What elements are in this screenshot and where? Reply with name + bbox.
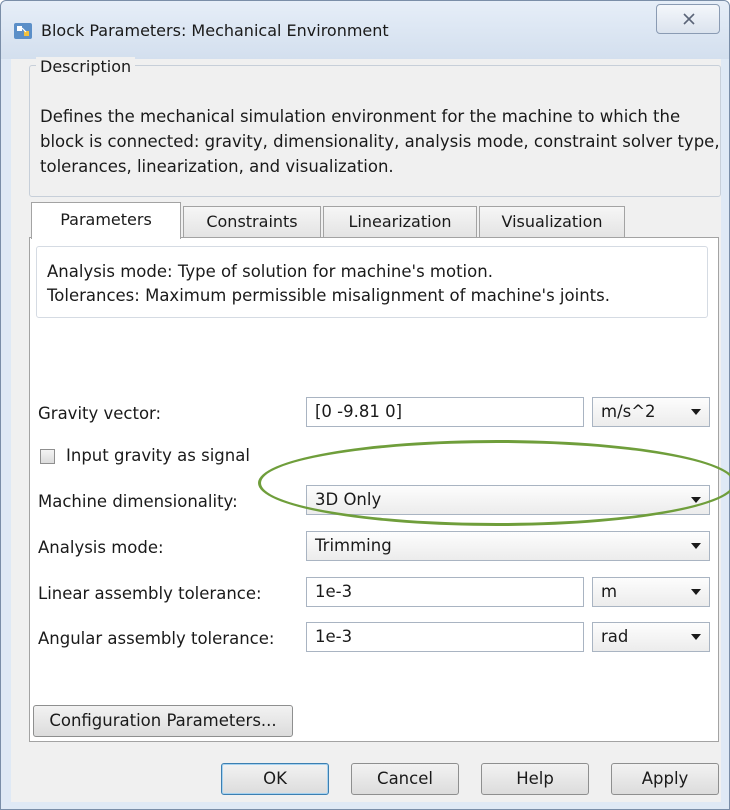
tab-visualization[interactable]: Visualization [479, 206, 625, 238]
analysis-mode-select[interactable]: Trimming [306, 531, 710, 561]
gravity-vector-label: Gravity vector: [38, 404, 162, 423]
linear-tolerance-unit-value: m [601, 582, 618, 601]
hint-box: Analysis mode: Type of solution for mach… [36, 246, 708, 318]
angular-tolerance-input[interactable]: 1e-3 [306, 622, 584, 652]
chevron-down-icon [691, 543, 701, 549]
hint-analysis-mode: Analysis mode: Type of solution for mach… [47, 262, 493, 281]
close-icon [683, 13, 695, 25]
close-button[interactable] [656, 4, 720, 34]
description-legend: Description [36, 57, 136, 76]
tab-parameters[interactable]: Parameters [31, 202, 181, 239]
machine-dimensionality-select[interactable]: 3D Only [306, 485, 710, 515]
hint-text: Analysis mode: Type of solution for mach… [47, 260, 610, 308]
linear-tolerance-label: Linear assembly tolerance: [38, 584, 262, 603]
chevron-down-icon [691, 589, 701, 595]
chevron-down-icon [691, 497, 701, 503]
machine-dimensionality-value: 3D Only [315, 490, 382, 509]
tab-constraints[interactable]: Constraints [183, 206, 321, 238]
linear-tolerance-unit-select[interactable]: m [592, 577, 710, 607]
parameters-panel: Analysis mode: Type of solution for mach… [29, 237, 719, 742]
angular-tolerance-unit-select[interactable]: rad [592, 622, 710, 652]
input-gravity-label: Input gravity as signal [66, 446, 250, 465]
input-gravity-checkbox[interactable] [40, 449, 55, 464]
apply-button[interactable]: Apply [611, 763, 719, 795]
gravity-unit-select[interactable]: m/s^2 [592, 397, 710, 427]
description-text: Defines the mechanical simulation enviro… [40, 107, 720, 176]
linear-tolerance-input[interactable]: 1e-3 [306, 577, 584, 607]
angular-tolerance-unit-value: rad [601, 627, 629, 646]
window-title: Block Parameters: Mechanical Environment [41, 21, 389, 40]
analysis-mode-value: Trimming [315, 536, 392, 555]
hint-tolerances: Tolerances: Maximum permissible misalign… [47, 286, 610, 305]
title-bar[interactable]: Block Parameters: Mechanical Environment [1, 1, 729, 59]
description-group: Description Defines the mechanical simul… [29, 57, 721, 197]
gravity-vector-input[interactable]: [0 -9.81 0] [306, 397, 584, 427]
angular-tolerance-label: Angular assembly tolerance: [38, 629, 275, 648]
dialog-body: Description Defines the mechanical simul… [11, 57, 721, 802]
tab-linearization[interactable]: Linearization [323, 206, 477, 238]
chevron-down-icon [691, 634, 701, 640]
configuration-parameters-button[interactable]: Configuration Parameters... [33, 705, 293, 737]
block-parameters-dialog: Block Parameters: Mechanical Environment… [0, 0, 730, 810]
gravity-unit-value: m/s^2 [601, 402, 656, 421]
machine-dimensionality-label: Machine dimensionality: [38, 492, 238, 511]
analysis-mode-label: Analysis mode: [38, 538, 164, 557]
cancel-button[interactable]: Cancel [351, 763, 459, 795]
chevron-down-icon [691, 409, 701, 415]
ok-button[interactable]: OK [221, 763, 329, 795]
help-button[interactable]: Help [481, 763, 589, 795]
simulink-block-icon [14, 23, 32, 39]
